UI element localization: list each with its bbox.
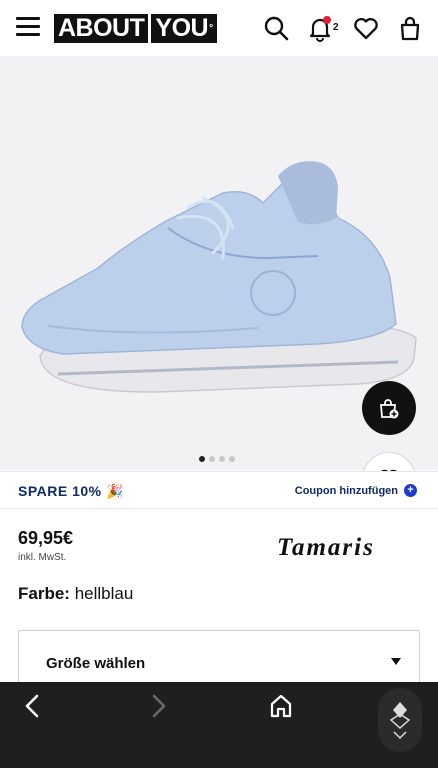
product-image-gallery[interactable] [0,56,438,506]
promo-label: SPARE 10% 🎉 [18,483,124,499]
promo-banner: SPARE 10% 🎉 Coupon hinzufügen + [0,471,438,509]
back-arrow-icon[interactable] [21,693,45,724]
heart-icon[interactable] [352,14,380,42]
home-icon[interactable] [268,693,294,724]
pagination-dot[interactable] [209,456,215,462]
color-label: Farbe: [18,584,70,603]
size-placeholder: Größe wählen [46,655,146,672]
bell-icon[interactable] [306,14,334,42]
color-value: hellblau [74,584,134,603]
vat-note: inkl. MwSt. [18,552,67,563]
app-logo-icon[interactable] [378,688,422,752]
pagination-dot[interactable] [199,456,205,462]
pagination-dot[interactable] [229,456,235,462]
product-image [21,161,417,393]
plus-icon: + [404,484,417,497]
add-to-bag-icon [380,399,399,419]
search-icon[interactable] [262,14,290,42]
caret-down-icon [391,658,401,665]
brand-logo[interactable]: Tamaris [277,534,420,560]
browser-nav-bar [0,682,438,768]
menu-icon[interactable] [16,17,40,37]
coupon-label: Coupon hinzufügen [294,484,398,497]
logo-you: YOU [155,14,209,42]
add-coupon-link[interactable]: Coupon hinzufügen + [295,484,417,497]
color-info: Farbe: hellblau [18,584,133,604]
gallery-pagination[interactable] [199,456,235,462]
app-header: ABOUT YOU° 2 [0,0,438,56]
about-you-logo[interactable]: ABOUT YOU° [54,14,217,43]
notification-count: 2 [333,22,339,33]
product-price: 69,95€ [18,528,74,548]
add-to-bag-button[interactable] [362,381,416,435]
pagination-dot[interactable] [219,456,225,462]
svg-text:Tamaris: Tamaris [277,534,375,560]
shopping-bag-icon[interactable] [396,14,424,42]
forward-arrow-icon[interactable] [146,693,170,724]
logo-about: ABOUT [54,14,149,43]
logo-mark: ° [209,23,213,34]
